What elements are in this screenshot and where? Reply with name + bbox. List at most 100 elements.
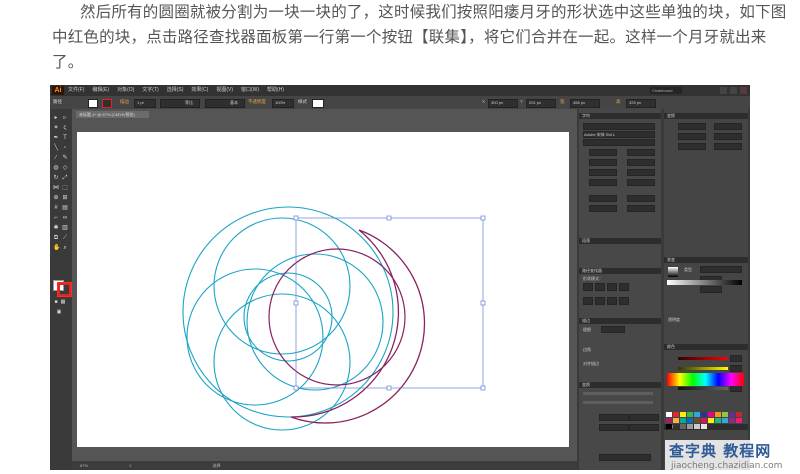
swatch[interactable] bbox=[680, 418, 686, 423]
selection-handle[interactable] bbox=[480, 215, 486, 221]
red-channel-field[interactable] bbox=[730, 355, 742, 362]
swatch[interactable] bbox=[673, 412, 679, 417]
transform-panel-title[interactable]: 变换 bbox=[579, 382, 661, 388]
w-label[interactable]: 宽 bbox=[560, 99, 565, 105]
antialias-select[interactable] bbox=[627, 205, 655, 212]
stroke-panel-title[interactable]: 描边 bbox=[579, 318, 661, 324]
swatch[interactable] bbox=[701, 424, 707, 429]
outer-circle[interactable] bbox=[182, 206, 394, 418]
swatch[interactable] bbox=[701, 418, 707, 423]
direct-selection-icon[interactable]: ▹ bbox=[62, 115, 68, 121]
divide-button[interactable] bbox=[583, 297, 593, 305]
stroke-color-swatch-highlighted[interactable] bbox=[57, 282, 72, 297]
transform-x-field[interactable] bbox=[678, 123, 706, 130]
arrowhead-end-select[interactable] bbox=[629, 414, 659, 421]
horizontal-scale-field[interactable] bbox=[627, 169, 655, 176]
yellow-channel-slider[interactable] bbox=[678, 367, 728, 370]
font-search-field[interactable] bbox=[583, 123, 655, 130]
swatch[interactable] bbox=[715, 418, 721, 423]
gradient-tool-icon[interactable]: ▤ bbox=[62, 205, 68, 211]
artwork-canvas[interactable] bbox=[77, 132, 569, 447]
scale-tool-icon[interactable]: ⤢ bbox=[62, 175, 68, 181]
profile-select[interactable] bbox=[599, 454, 651, 461]
dash-row[interactable] bbox=[583, 392, 653, 395]
stroke-label[interactable]: 描边 bbox=[120, 99, 129, 105]
swatch[interactable] bbox=[708, 418, 714, 423]
trim-button[interactable] bbox=[595, 297, 605, 305]
menu-view[interactable]: 视图(V) bbox=[216, 85, 233, 96]
gradient-slider[interactable] bbox=[667, 280, 742, 285]
swatch[interactable] bbox=[729, 418, 735, 423]
eraser-icon[interactable]: ◇ bbox=[62, 165, 68, 171]
intersect-button[interactable] bbox=[607, 283, 617, 291]
perspective-grid-icon[interactable]: ⊞ bbox=[62, 195, 68, 201]
menu-effect[interactable]: 效果(C) bbox=[191, 85, 208, 96]
color-panel-title[interactable]: 颜色 bbox=[664, 344, 748, 350]
unite-button[interactable] bbox=[583, 283, 593, 291]
exclude-button[interactable] bbox=[619, 283, 629, 291]
swatch[interactable] bbox=[673, 424, 679, 429]
mesh-tool-icon[interactable]: # bbox=[53, 205, 59, 211]
red-channel-slider[interactable] bbox=[678, 357, 728, 360]
swatch[interactable] bbox=[687, 418, 693, 423]
menu-select[interactable]: 选择(S) bbox=[167, 85, 184, 96]
w-field[interactable]: 456 px bbox=[570, 99, 600, 108]
tracking-field[interactable] bbox=[627, 159, 655, 166]
slice-tool-icon[interactable]: ⟋ bbox=[62, 235, 68, 241]
gap-row[interactable] bbox=[583, 401, 653, 404]
yellow-channel-field[interactable] bbox=[730, 365, 742, 372]
selection-handle[interactable] bbox=[480, 300, 486, 306]
black-channel-slider[interactable] bbox=[678, 387, 728, 390]
opacity-label[interactable]: 不透明度 bbox=[248, 99, 266, 105]
swatch[interactable] bbox=[736, 412, 742, 417]
black-channel-field[interactable] bbox=[730, 385, 742, 392]
artboard[interactable] bbox=[77, 132, 569, 447]
transform-panel-tab[interactable]: 变换 bbox=[664, 113, 748, 119]
zoom-tool-icon[interactable]: ⌕ bbox=[62, 245, 68, 251]
graph-tool-icon[interactable]: ▥ bbox=[62, 225, 68, 231]
stroke-weight-input[interactable] bbox=[601, 326, 625, 333]
ring-circle-top[interactable] bbox=[213, 217, 351, 355]
selection-handle[interactable] bbox=[293, 215, 299, 221]
selection-handle[interactable] bbox=[386, 215, 392, 221]
swatch[interactable] bbox=[736, 418, 742, 423]
screen-mode-icon[interactable]: ▣ bbox=[56, 309, 62, 315]
swatch[interactable] bbox=[708, 412, 714, 417]
font-family-select[interactable]: Adobe 宋体 Std L bbox=[583, 131, 655, 138]
transform-h-field[interactable] bbox=[714, 133, 742, 140]
selection-handle[interactable] bbox=[293, 385, 299, 391]
crop-button[interactable] bbox=[619, 297, 629, 305]
swatch[interactable] bbox=[701, 412, 707, 417]
paintbrush-icon[interactable]: ∕ bbox=[53, 155, 59, 161]
menu-window[interactable]: 窗口(W) bbox=[241, 85, 259, 96]
selection-tool-icon[interactable]: ▸ bbox=[53, 115, 59, 121]
zoom-readout[interactable]: 67% bbox=[72, 463, 88, 468]
font-style-select[interactable] bbox=[583, 139, 655, 146]
y-label[interactable]: Y bbox=[520, 99, 523, 104]
swatch[interactable] bbox=[666, 418, 672, 423]
scale-end-field[interactable] bbox=[629, 424, 659, 431]
swatch[interactable] bbox=[666, 424, 672, 429]
line-tool-icon[interactable]: ╲ bbox=[53, 145, 59, 151]
page-readout[interactable]: 1 bbox=[89, 463, 131, 468]
style-swatch[interactable] bbox=[312, 99, 324, 108]
brush-select[interactable]: 基本 bbox=[205, 99, 245, 108]
lasso-icon[interactable]: ς bbox=[62, 125, 68, 131]
kerning-field[interactable] bbox=[589, 159, 617, 166]
language-select[interactable] bbox=[589, 205, 617, 212]
baseline-field[interactable] bbox=[589, 179, 617, 186]
width-tool-icon[interactable]: ⋈ bbox=[53, 185, 59, 191]
swatch[interactable] bbox=[666, 412, 672, 417]
swatch[interactable] bbox=[729, 412, 735, 417]
swatch[interactable] bbox=[722, 412, 728, 417]
workspace-switcher[interactable]: Chalkboard bbox=[650, 87, 682, 94]
x-field[interactable]: 300 px bbox=[488, 99, 518, 108]
transform-angle-field[interactable] bbox=[678, 143, 706, 150]
swatch[interactable] bbox=[687, 412, 693, 417]
selection-handle[interactable] bbox=[293, 300, 299, 306]
swatch[interactable] bbox=[680, 424, 686, 429]
swatch[interactable] bbox=[722, 418, 728, 423]
type-tool-icon[interactable]: T bbox=[62, 135, 68, 141]
arrowhead-start-select[interactable] bbox=[599, 414, 629, 421]
gradient-type-select[interactable] bbox=[700, 266, 742, 273]
